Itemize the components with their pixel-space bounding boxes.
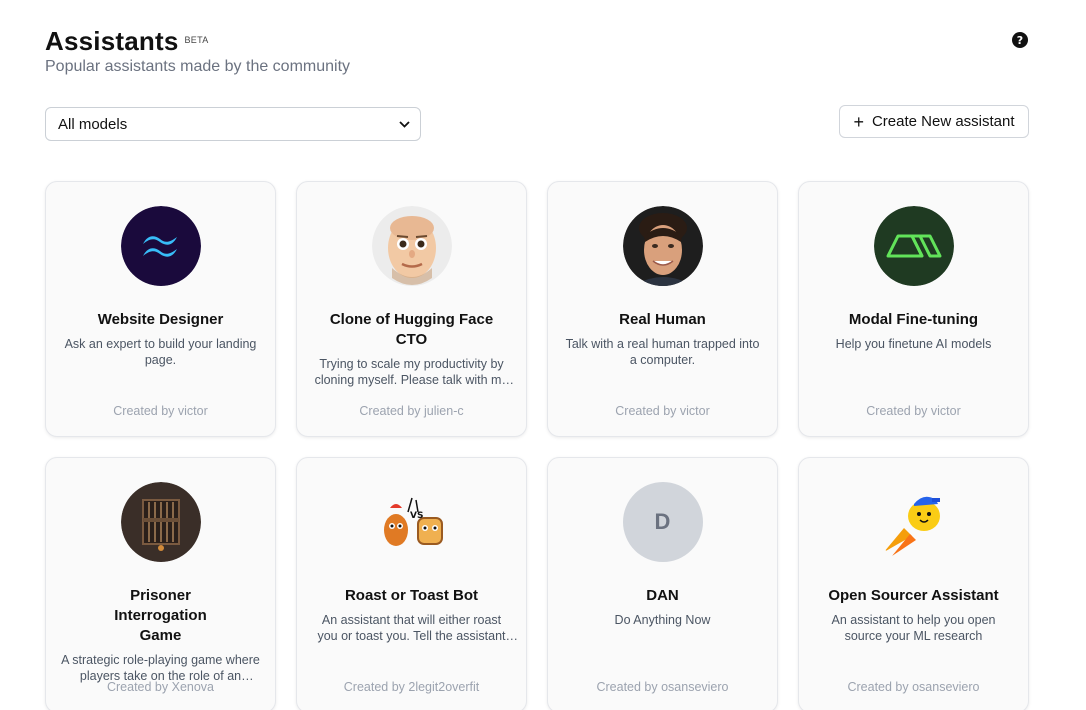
- beta-badge: BETA: [184, 35, 209, 45]
- assistant-name: Website Designer: [97, 311, 224, 328]
- avatar-letter: D: [654, 509, 671, 534]
- assistants-grid: Website Designer Ask an expert to build …: [45, 181, 1029, 710]
- assistant-description: An assistant that will either roast you …: [317, 613, 506, 643]
- prison-cell-avatar: [120, 482, 201, 562]
- assistant-creator: Created by victor: [866, 404, 961, 418]
- assistant-card-modal-fine-tuning[interactable]: Modal Fine-tuning Help you finetune AI m…: [798, 181, 1029, 437]
- page-header: Assistants BETA Popular assistants made …: [45, 26, 350, 76]
- assistant-name: Roast or Toast Bot: [344, 587, 479, 604]
- assistant-creator: Created by julien-c: [359, 404, 464, 418]
- model-filter-value: All models: [58, 115, 128, 133]
- assistant-card-dan[interactable]: D DAN Do Anything Now Created by osansev…: [547, 457, 778, 710]
- page-title: Assistants: [45, 26, 179, 56]
- assistant-creator: Created by osanseviero: [596, 680, 729, 694]
- plus-icon: +: [853, 111, 864, 132]
- assistant-name: Prisoner Interrogation Game: [114, 587, 207, 644]
- rocket-duck-avatar: [873, 482, 954, 562]
- assistant-name: Open Sourcer Assistant: [828, 587, 999, 604]
- assistant-creator: Created by victor: [615, 404, 710, 418]
- assistant-description: Trying to scale my productivity by cloni…: [314, 357, 509, 387]
- assistant-name: Modal Fine-tuning: [848, 311, 979, 328]
- assistant-description: Talk with a real human trapped into a co…: [565, 337, 760, 367]
- assistant-card-roast-or-toast[interactable]: VS Roast or Toast Bot An assistant that …: [296, 457, 527, 710]
- assistant-name: Real Human: [619, 311, 706, 328]
- assistant-card-open-sourcer[interactable]: Open Sourcer Assistant An assistant to h…: [798, 457, 1029, 710]
- letter-avatar: D: [622, 482, 703, 562]
- assistant-name: Clone of Hugging Face CTO: [329, 311, 494, 348]
- assistant-creator: Created by Xenova: [106, 680, 214, 694]
- assistant-name: DAN: [646, 587, 679, 604]
- assistant-description: Help you finetune AI models: [835, 337, 992, 351]
- page-subtitle: Popular assistants made by the community: [45, 58, 351, 75]
- chevron-down-icon: [398, 118, 410, 130]
- assistant-creator: Created by victor: [113, 404, 208, 418]
- help-icon[interactable]: ?: [1012, 32, 1028, 48]
- assistant-card-website-designer[interactable]: Website Designer Ask an expert to build …: [45, 181, 276, 437]
- assistant-creator: Created by osanseviero: [847, 680, 980, 694]
- assistant-description: An assistant to help you open source you…: [831, 613, 996, 643]
- create-assistant-button[interactable]: + Create New assistant: [839, 105, 1029, 138]
- toast-vs-avatar: VS: [371, 482, 452, 562]
- assistant-creator: Created by 2legit2overfit: [343, 680, 480, 694]
- tailwind-logo-icon: [120, 206, 201, 286]
- svg-text:VS: VS: [410, 511, 423, 521]
- human-photo-avatar: [622, 206, 703, 286]
- modal-logo-icon: [873, 206, 954, 286]
- cartoon-face-avatar: [371, 206, 452, 286]
- assistant-card-clone-of-hf-cto[interactable]: Clone of Hugging Face CTO Trying to scal…: [296, 181, 527, 437]
- create-assistant-label: Create New assistant: [871, 113, 1015, 130]
- assistant-card-real-human[interactable]: Real Human Talk with a real human trappe…: [547, 181, 778, 437]
- assistant-description: Do Anything Now: [614, 613, 711, 627]
- assistant-description: Ask an expert to build your landing page…: [64, 337, 257, 367]
- model-filter-select[interactable]: All models: [45, 107, 421, 141]
- assistant-card-prisoner-interrogation[interactable]: Prisoner Interrogation Game A strategic …: [45, 457, 276, 710]
